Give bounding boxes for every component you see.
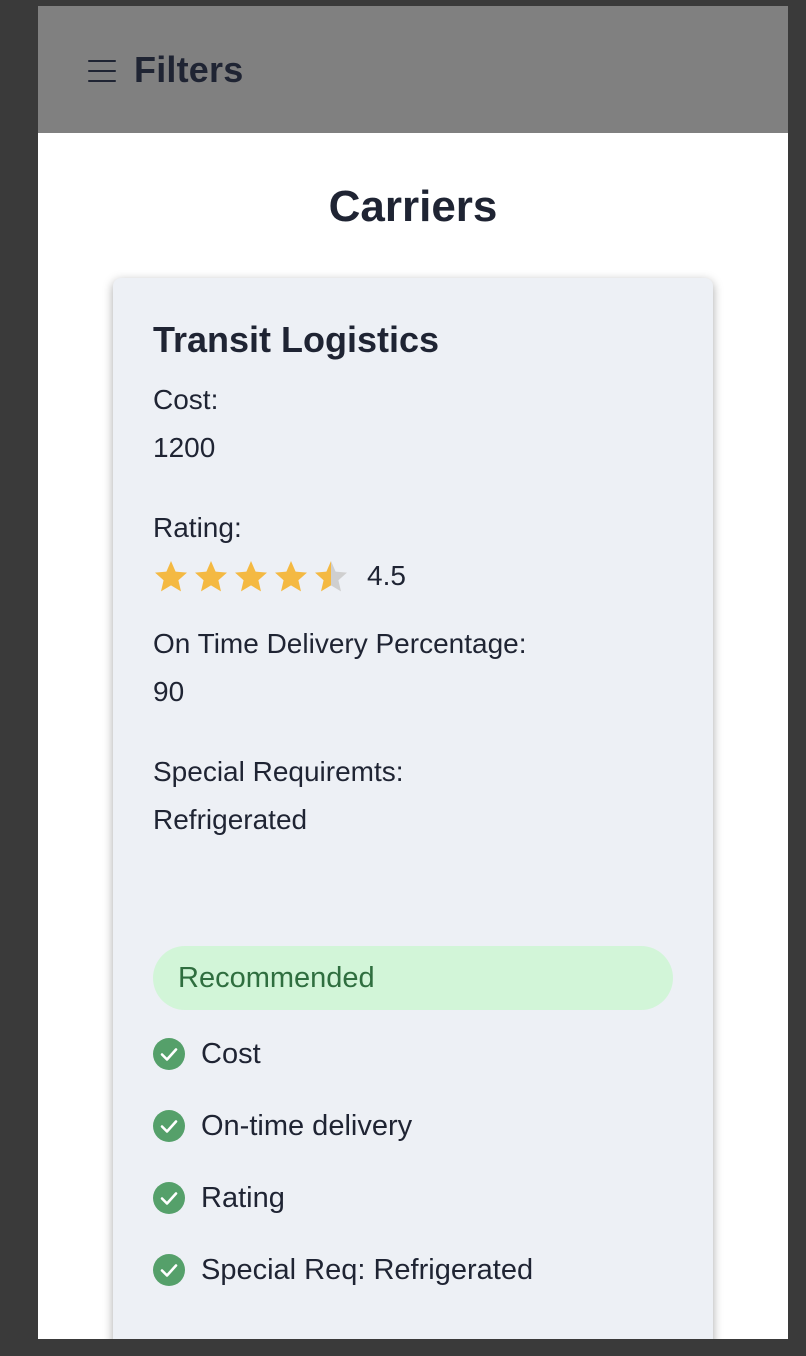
recommendation-reason-label: Cost — [201, 1037, 261, 1070]
rating-stars — [153, 559, 353, 593]
star-icon — [195, 561, 227, 592]
carrier-name: Transit Logistics — [153, 319, 440, 360]
check-circle-icon — [153, 1182, 185, 1214]
on-time-field: On Time Delivery Percentage: 90 — [153, 620, 673, 716]
rating-label: Rating: — [153, 512, 242, 543]
page-title: Carriers — [328, 182, 498, 231]
rating-value: 4.5 — [367, 560, 406, 591]
carrier-card: Transit Logistics Cost: 1200 Rating: 4.5… — [113, 278, 713, 1339]
app-frame: Filters Carriers Transit Logistics Cost:… — [38, 6, 788, 1339]
star-icon — [315, 561, 347, 592]
special-requirements-value: Refrigerated — [153, 804, 308, 835]
recommendation-reason-label: On-time delivery — [201, 1109, 413, 1142]
cost-value: 1200 — [153, 432, 216, 463]
recommended-badge: Recommended — [153, 946, 673, 1010]
special-requirements-field: Special Requiremts: Refrigerated — [153, 748, 673, 844]
star-icon — [275, 561, 307, 592]
recommendation-reason-item: Special Req: Refrigerated — [153, 1234, 673, 1306]
recommendation-reason-label: Special Req: Refrigerated — [201, 1253, 534, 1286]
rating-field: Rating: 4.5 — [153, 504, 673, 600]
special-requirements-label: Special Requiremts: — [153, 756, 404, 787]
star-icon — [235, 561, 267, 592]
check-circle-icon — [153, 1110, 185, 1142]
cost-label: Cost: — [153, 384, 219, 415]
filters-title[interactable]: Filters — [134, 49, 243, 91]
rating-row: 4.5 — [153, 552, 673, 600]
recommendation-reason-item: On-time delivery — [153, 1090, 673, 1162]
hamburger-menu-icon[interactable] — [88, 59, 116, 82]
top-bar: Filters — [38, 6, 788, 133]
recommendation-reason-item: Rating — [153, 1162, 673, 1234]
on-time-label: On Time Delivery Percentage: — [153, 628, 527, 659]
check-circle-icon — [153, 1038, 185, 1070]
check-circle-icon — [153, 1254, 185, 1286]
recommendation-reasons: Cost On-time delivery Rating Special Req: R… — [153, 1018, 673, 1306]
recommendation-reason-item: Cost — [153, 1018, 673, 1090]
recommendation-reason-label: Rating — [201, 1181, 285, 1214]
on-time-value: 90 — [153, 676, 185, 707]
star-icon — [155, 561, 187, 592]
cost-field: Cost: 1200 — [153, 376, 673, 472]
